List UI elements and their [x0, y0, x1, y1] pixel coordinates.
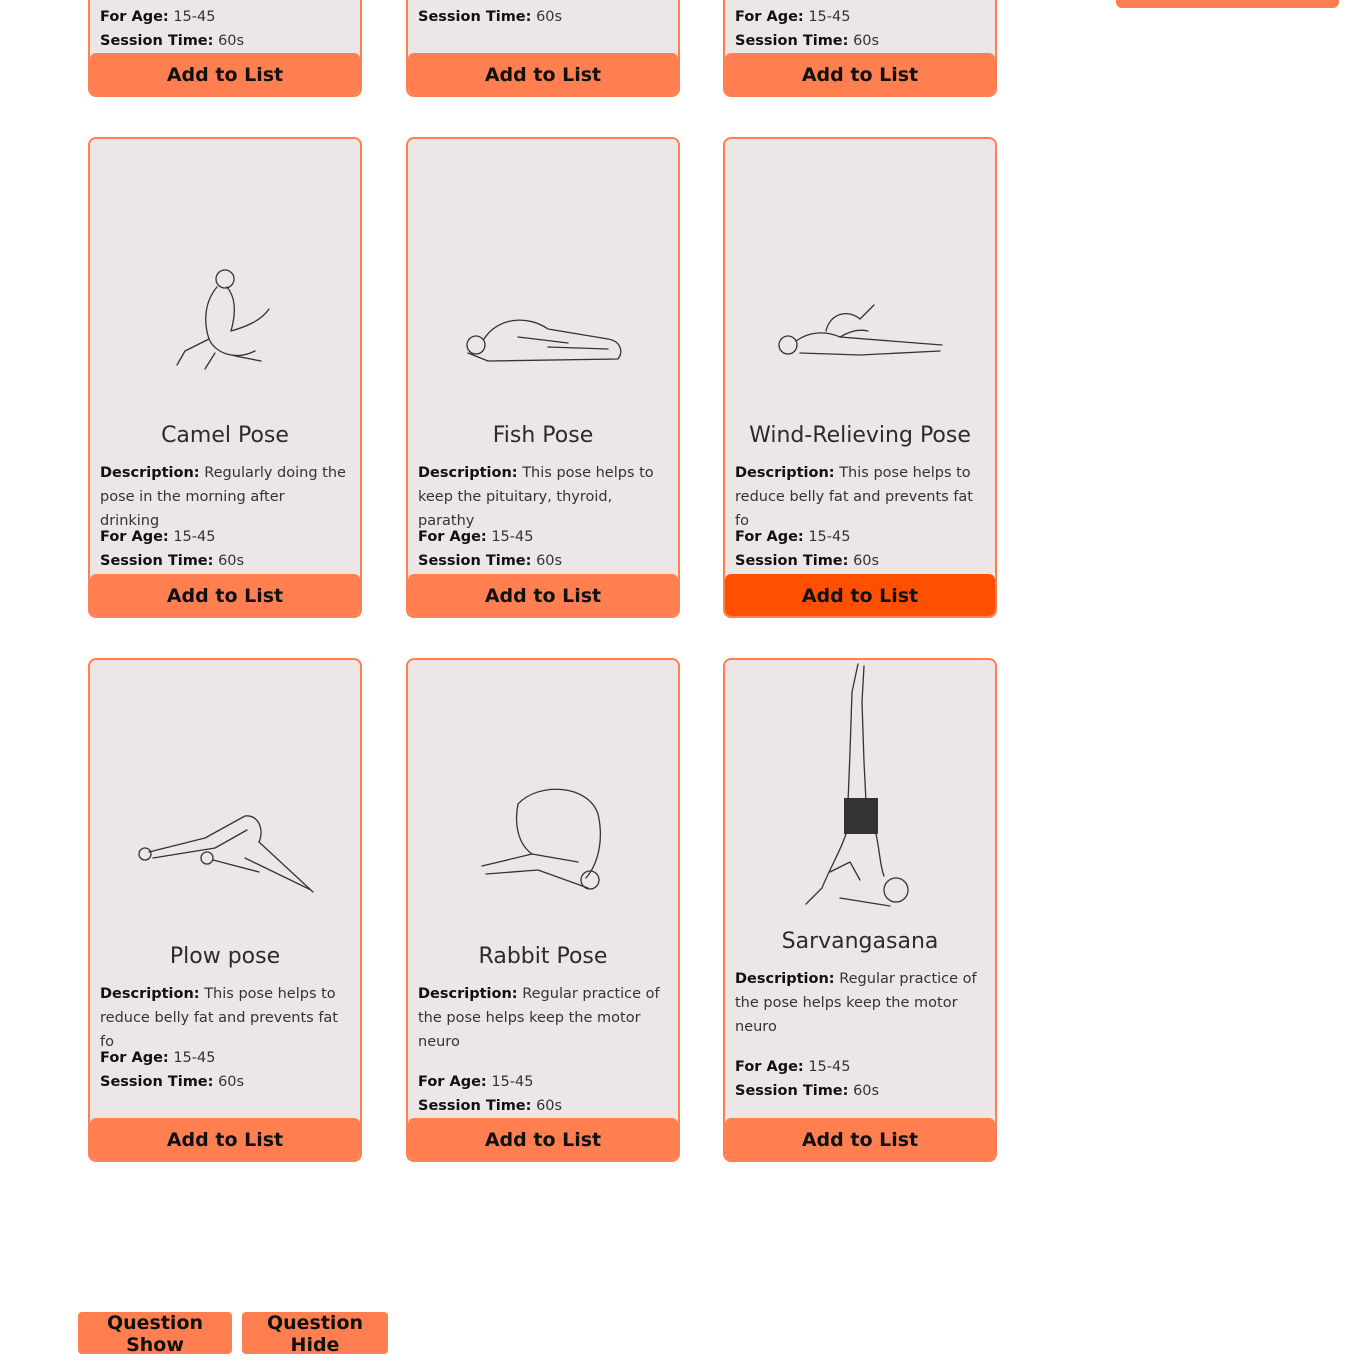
card-meta: Session Time: 60s	[418, 9, 563, 25]
yoga-card-fish-pose: Fish Pose Description: This pose helps t…	[406, 137, 680, 618]
card-description: Description: Regular practice of the pos…	[418, 986, 660, 1050]
card-meta: For Age: 15-45 Session Time: 60s	[100, 529, 245, 569]
card-meta: For Age: 15-45 Session Time: 60s	[100, 9, 245, 49]
for-age-value: 15-45	[808, 529, 851, 545]
card-meta: For Age: 15-45 Session Time: 60s	[735, 529, 880, 569]
session-time-value: 60s	[536, 9, 563, 25]
card-title: Plow pose	[169, 944, 281, 969]
add-to-list-button[interactable]: Add to List	[725, 574, 995, 616]
card-title: Rabbit Pose	[478, 944, 608, 969]
add-to-list-button[interactable]: Add to List	[408, 574, 678, 616]
for-age-value: 15-45	[808, 1059, 851, 1075]
for-age-value: 15-45	[491, 1074, 534, 1090]
card-meta: For Age: 15-45 Session Time: 60s	[735, 1059, 880, 1099]
yoga-card-top-3: For Age: 15-45 Session Time: 60s Add to …	[723, 0, 997, 97]
question-show-button[interactable]: Question Show	[78, 1312, 232, 1356]
card-description: Description: This pose helps to keep the…	[418, 465, 654, 529]
card-description: Description: This pose helps to reduce b…	[100, 986, 338, 1050]
for-age-value: 15-45	[173, 529, 216, 545]
rabbit-pose-illustration	[408, 660, 678, 940]
yoga-card-top-1: For Age: 15-45 Session Time: 60s Add to …	[88, 0, 362, 97]
card-meta: For Age: 15-45 Session Time: 60s	[100, 1050, 245, 1090]
yoga-card-sarvangasana: Sarvangasana Description: Regular practi…	[723, 658, 997, 1162]
card-description: Description: Regular practice of the pos…	[735, 971, 977, 1035]
card-title: Fish Pose	[492, 423, 594, 448]
card-description: Description: This pose helps to reduce b…	[735, 465, 973, 529]
add-to-list-button[interactable]: Add to List	[725, 1118, 995, 1160]
card-title: Wind-Relieving Pose	[749, 423, 971, 448]
sidebar-button-partial[interactable]	[1116, 0, 1339, 8]
question-hide-button[interactable]: Question Hide	[242, 1312, 388, 1356]
session-time-value: 60s	[536, 553, 563, 569]
session-time-value: 60s	[853, 1083, 880, 1099]
yoga-card-top-2: Session Time: 60s Add to List	[406, 0, 680, 97]
for-age-value: 15-45	[808, 9, 851, 25]
card-meta: For Age: 15-45 Session Time: 60s	[735, 9, 880, 49]
card-title: Camel Pose	[161, 423, 289, 448]
sarvangasana-illustration	[725, 660, 995, 940]
plow-pose-illustration	[90, 660, 360, 940]
add-to-list-button[interactable]: Add to List	[408, 1118, 678, 1160]
for-age-value: 15-45	[173, 9, 216, 25]
yoga-card-plow-pose: Plow pose Description: This pose helps t…	[88, 658, 362, 1162]
session-time-value: 60s	[853, 553, 880, 569]
for-age-value: 15-45	[173, 1050, 216, 1066]
session-time-value: 60s	[536, 1098, 563, 1114]
add-to-list-button[interactable]: Add to List	[90, 574, 360, 616]
fish-pose-illustration	[408, 139, 678, 419]
session-time-value: 60s	[218, 553, 245, 569]
camel-pose-illustration	[90, 139, 360, 419]
add-to-list-button[interactable]: Add to List	[408, 53, 678, 95]
card-description: Description: Regularly doing the pose in…	[100, 465, 346, 529]
yoga-card-wind-relieving-pose: Wind-Relieving Pose Description: This po…	[723, 137, 997, 618]
card-meta: For Age: 15-45 Session Time: 60s	[418, 1074, 563, 1114]
add-to-list-button[interactable]: Add to List	[90, 1118, 360, 1160]
wind-relieving-pose-illustration	[725, 139, 995, 419]
for-age-value: 15-45	[491, 529, 534, 545]
session-time-value: 60s	[218, 33, 245, 49]
add-to-list-button[interactable]: Add to List	[90, 53, 360, 95]
yoga-card-rabbit-pose: Rabbit Pose Description: Regular practic…	[406, 658, 680, 1162]
card-title: Sarvangasana	[781, 929, 939, 954]
session-time-value: 60s	[853, 33, 880, 49]
session-time-value: 60s	[218, 1074, 245, 1090]
card-meta: For Age: 15-45 Session Time: 60s	[418, 529, 563, 569]
add-to-list-button[interactable]: Add to List	[725, 53, 995, 95]
yoga-card-camel-pose: Camel Pose Description: Regularly doing …	[88, 137, 362, 618]
